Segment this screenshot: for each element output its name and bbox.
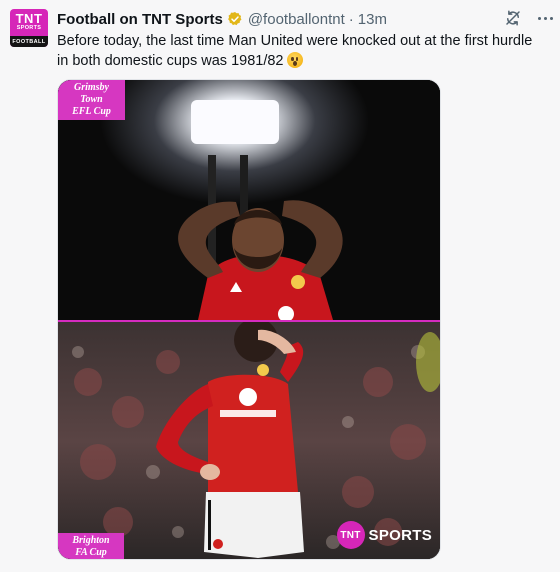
avatar-logo-text: TNT <box>15 11 43 26</box>
tweet-header: Football on TNT Sports @footballontnt · … <box>57 9 497 29</box>
sync-icon[interactable] <box>504 9 522 27</box>
photo-brighton: Brighton FA Cup TNT SPORTS <box>58 322 440 559</box>
avatar-logo-footer: FOOTBALL <box>10 36 48 47</box>
header-separator: · <box>348 10 354 28</box>
account-avatar[interactable]: TNT SPORTS FOOTBALL <box>10 9 48 47</box>
tweet-post: TNT SPORTS FOOTBALL Football on TNT Spor… <box>0 0 560 572</box>
astonished-face-emoji-icon <box>286 52 303 68</box>
tnt-sports-watermark: TNT SPORTS <box>336 521 432 549</box>
tweet-media-image[interactable]: Grimsby Town EFL Cup Brighton FA Cup TNT… <box>57 79 441 560</box>
caption-badge-fa-cup: Brighton FA Cup <box>58 533 124 559</box>
badge-competition: FA Cup <box>75 547 107 558</box>
tweet-text: Before today, the last time Man United w… <box>57 31 547 71</box>
post-timestamp[interactable]: 13m <box>358 11 387 28</box>
account-handle[interactable]: @footballontnt <box>248 11 345 28</box>
photo-grimsby: Grimsby Town EFL Cup <box>58 80 440 320</box>
badge-opponent: Grimsby Town <box>74 82 109 105</box>
watermark-text: SPORTS <box>368 526 432 544</box>
display-name[interactable]: Football on TNT Sports <box>57 11 223 28</box>
badge-competition: EFL Cup <box>72 106 111 117</box>
more-options-icon[interactable] <box>536 9 554 27</box>
badge-opponent: Brighton <box>72 535 110 546</box>
verified-badge-icon <box>227 11 243 27</box>
avatar-logo-subtext: SPORTS <box>16 25 42 31</box>
caption-badge-efl-cup: Grimsby Town EFL Cup <box>58 80 125 120</box>
watermark-logo: TNT <box>336 521 365 549</box>
